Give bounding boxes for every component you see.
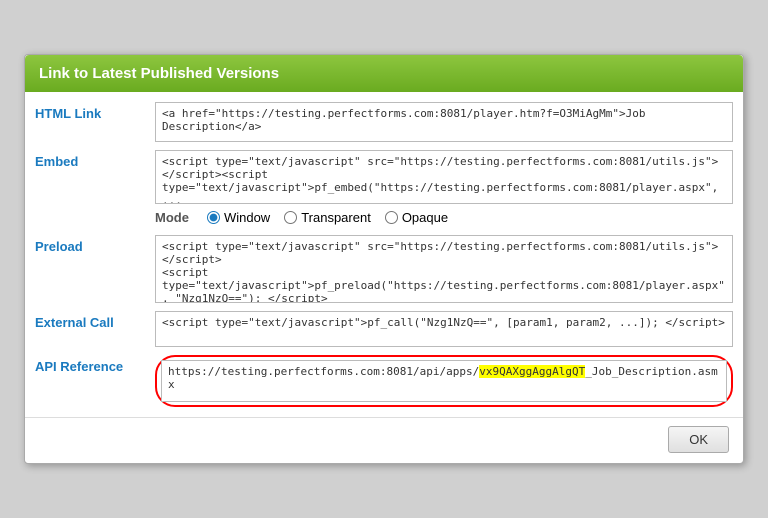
dialog-body: HTML Link Embed <script type="text/javas…: [25, 92, 743, 417]
api-highlight: vx9QAXggAggAlgQT: [479, 365, 585, 378]
html-link-row: HTML Link: [35, 102, 733, 142]
embed-label: Embed: [35, 150, 145, 169]
preload-input[interactable]: <script type="text/javascript" src="http…: [155, 235, 733, 303]
mode-label: Mode: [155, 210, 189, 225]
mode-radio-group: Window Transparent Opaque: [207, 210, 448, 225]
html-link-input[interactable]: [155, 102, 733, 142]
api-reference-row: API Reference https://testing.perfectfor…: [35, 355, 733, 407]
external-call-input[interactable]: <script type="text/javascript">pf_call("…: [155, 311, 733, 347]
mode-opaque-radio[interactable]: [385, 211, 398, 224]
mode-transparent-label: Transparent: [301, 210, 371, 225]
mode-window-label: Window: [224, 210, 270, 225]
dialog: Link to Latest Published Versions HTML L…: [24, 54, 744, 464]
embed-row: Embed <script type="text/javascript" src…: [35, 150, 733, 227]
api-reference-content: https://testing.perfectforms.com:8081/ap…: [155, 355, 733, 407]
preload-content: <script type="text/javascript" src="http…: [155, 235, 733, 303]
mode-transparent-option[interactable]: Transparent: [284, 210, 371, 225]
api-reference-highlight-wrapper: https://testing.perfectforms.com:8081/ap…: [155, 355, 733, 407]
ok-button[interactable]: OK: [668, 426, 729, 453]
dialog-title: Link to Latest Published Versions: [39, 65, 279, 82]
external-call-row: External Call <script type="text/javascr…: [35, 311, 733, 347]
dialog-container: Link to Latest Published Versions HTML L…: [24, 54, 744, 464]
embed-content: <script type="text/javascript" src="http…: [155, 150, 733, 227]
mode-window-radio[interactable]: [207, 211, 220, 224]
mode-opaque-option[interactable]: Opaque: [385, 210, 448, 225]
mode-row: Mode Window Transparent: [155, 208, 733, 227]
mode-window-option[interactable]: Window: [207, 210, 270, 225]
api-reference-display: https://testing.perfectforms.com:8081/ap…: [161, 360, 727, 402]
external-call-content: <script type="text/javascript">pf_call("…: [155, 311, 733, 347]
embed-input[interactable]: <script type="text/javascript" src="http…: [155, 150, 733, 204]
mode-transparent-radio[interactable]: [284, 211, 297, 224]
html-link-label: HTML Link: [35, 102, 145, 121]
preload-row: Preload <script type="text/javascript" s…: [35, 235, 733, 303]
preload-label: Preload: [35, 235, 145, 254]
dialog-footer: OK: [25, 417, 743, 463]
mode-opaque-label: Opaque: [402, 210, 448, 225]
html-link-content: [155, 102, 733, 142]
external-call-label: External Call: [35, 311, 145, 330]
api-reference-label: API Reference: [35, 355, 145, 374]
dialog-header: Link to Latest Published Versions: [25, 55, 743, 92]
